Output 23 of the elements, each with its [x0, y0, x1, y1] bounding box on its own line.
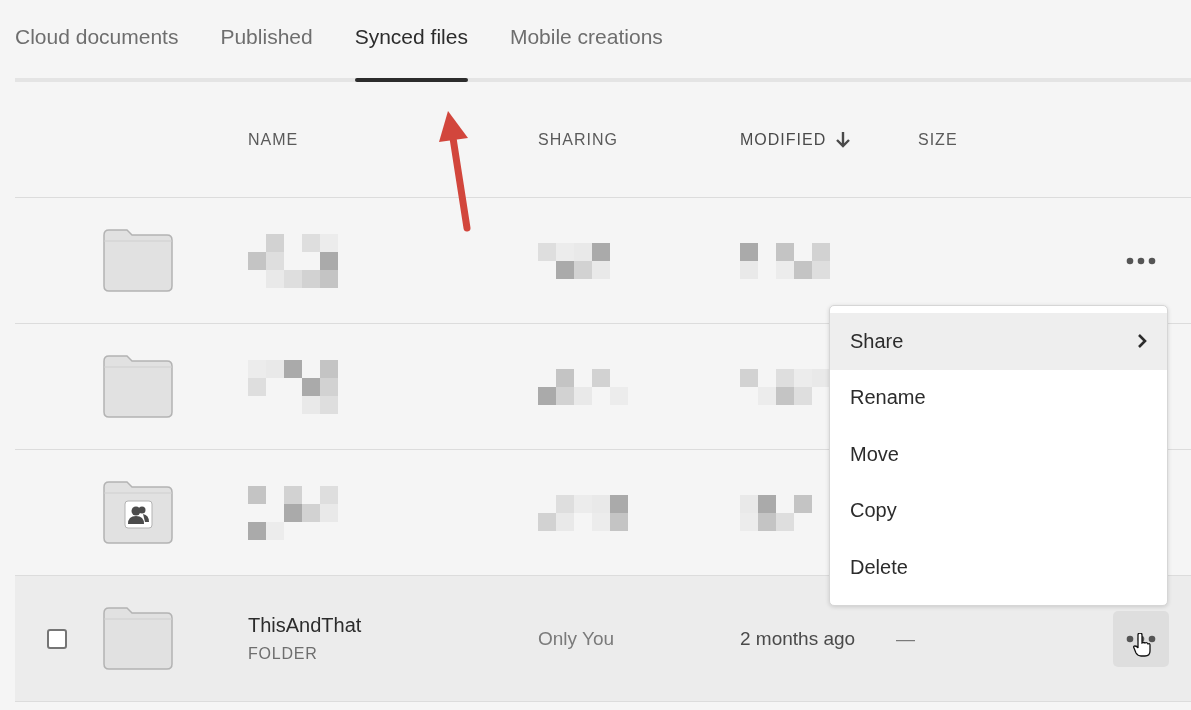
tab[interactable]: Mobile creations: [509, 0, 663, 78]
chevron-right-icon: [1137, 333, 1147, 350]
sort-arrow-icon[interactable]: [836, 131, 851, 148]
file-type: FOLDER: [248, 645, 319, 663]
sharing-status: Only You: [538, 627, 615, 650]
menu-item[interactable]: Move: [830, 426, 1167, 483]
modified-date: 2 months ago: [740, 627, 856, 650]
file-size: —: [896, 627, 915, 650]
column-header[interactable]: NAME: [248, 130, 299, 149]
file-name[interactable]: ThisAndThat: [248, 614, 362, 637]
hand-cursor-icon: [1133, 632, 1151, 657]
more-button[interactable]: [1113, 610, 1169, 667]
menu-item[interactable]: Rename: [830, 369, 1167, 426]
more-icon: [1126, 256, 1156, 265]
table-row[interactable]: ThisAndThat FOLDER Only You 2 months ago —: [15, 576, 1191, 702]
column-header[interactable]: SHARING: [538, 130, 618, 149]
column-header[interactable]: SIZE: [918, 130, 958, 149]
menu-item[interactable]: Share: [830, 313, 1167, 370]
column-header[interactable]: MODIFIED: [740, 130, 827, 149]
tab[interactable]: Published: [220, 0, 313, 78]
checkbox[interactable]: [47, 628, 67, 649]
tab[interactable]: Cloud documents: [15, 0, 179, 78]
menu-item[interactable]: Copy: [830, 482, 1167, 539]
